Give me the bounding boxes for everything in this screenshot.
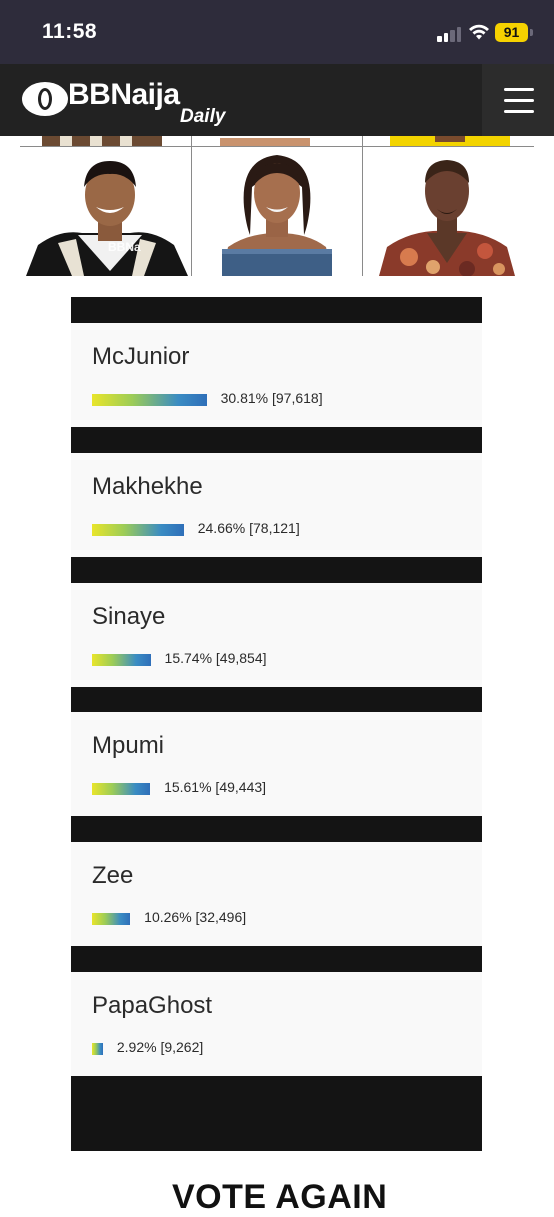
housemate-image-grid: BBNa	[20, 136, 534, 276]
poll-option-name: McJunior	[92, 343, 190, 370]
poll-progress-bar	[92, 783, 151, 795]
poll-option-name: PapaGhost	[92, 992, 213, 1019]
status-bar: 11:58 91	[0, 0, 554, 64]
poll-option-result: 15.74% [49,854]	[164, 650, 267, 666]
housemate-photo[interactable]	[20, 147, 191, 276]
poll-option-result: 2.92% [9,262]	[116, 1039, 204, 1055]
site-header: BBNaija Daily	[0, 64, 554, 136]
cellular-signal-icon	[437, 25, 463, 42]
poll-option-name: Zee	[92, 862, 134, 889]
poll-option: Sinaye 15.74% [49,854]	[71, 583, 482, 687]
poll-progress-bar	[92, 524, 184, 536]
poll-option-name: Mpumi	[92, 732, 165, 759]
status-time: 11:58	[42, 20, 98, 43]
wifi-icon	[469, 24, 489, 40]
poll-option: Zee 10.26% [32,496]	[71, 842, 482, 946]
poll-progress-bar	[92, 1043, 103, 1055]
poll-option-result: 24.66% [78,121]	[197, 520, 300, 536]
poll-results: McJunior 30.81% [97,618] Makhekhe 24.66%…	[71, 297, 482, 1151]
poll-option: Makhekhe 24.66% [78,121]	[71, 453, 482, 557]
logo-sub-text: Daily	[180, 106, 226, 127]
poll-option: Mpumi 15.61% [49,443]	[71, 712, 482, 816]
eye-logo-icon	[22, 82, 68, 116]
poll-progress-bar	[92, 394, 207, 406]
logo-main-text: BBNaija	[68, 78, 180, 111]
cropped-photo-row	[42, 136, 510, 146]
housemate-photo[interactable]	[192, 147, 362, 276]
poll-option-name: Makhekhe	[92, 473, 203, 500]
poll-option-result: 10.26% [32,496]	[144, 909, 247, 925]
battery-icon: 91	[495, 23, 528, 42]
hamburger-menu-icon[interactable]	[482, 64, 554, 136]
poll-progress-bar	[92, 654, 151, 666]
poll-option: McJunior 30.81% [97,618]	[71, 323, 482, 427]
watermark-text: BBNa	[108, 240, 141, 254]
housemate-photo[interactable]	[363, 147, 534, 276]
poll-option: PapaGhost 2.92% [9,262]	[71, 972, 482, 1076]
site-logo[interactable]: BBNaija Daily	[22, 78, 242, 130]
poll-option-result: 15.61% [49,443]	[164, 779, 267, 795]
poll-progress-bar	[92, 913, 131, 925]
battery-tip	[530, 29, 533, 36]
poll-option-result: 30.81% [97,618]	[220, 390, 323, 406]
vote-again-button[interactable]: VOTE AGAIN	[172, 1178, 387, 1217]
poll-option-name: Sinaye	[92, 603, 166, 630]
